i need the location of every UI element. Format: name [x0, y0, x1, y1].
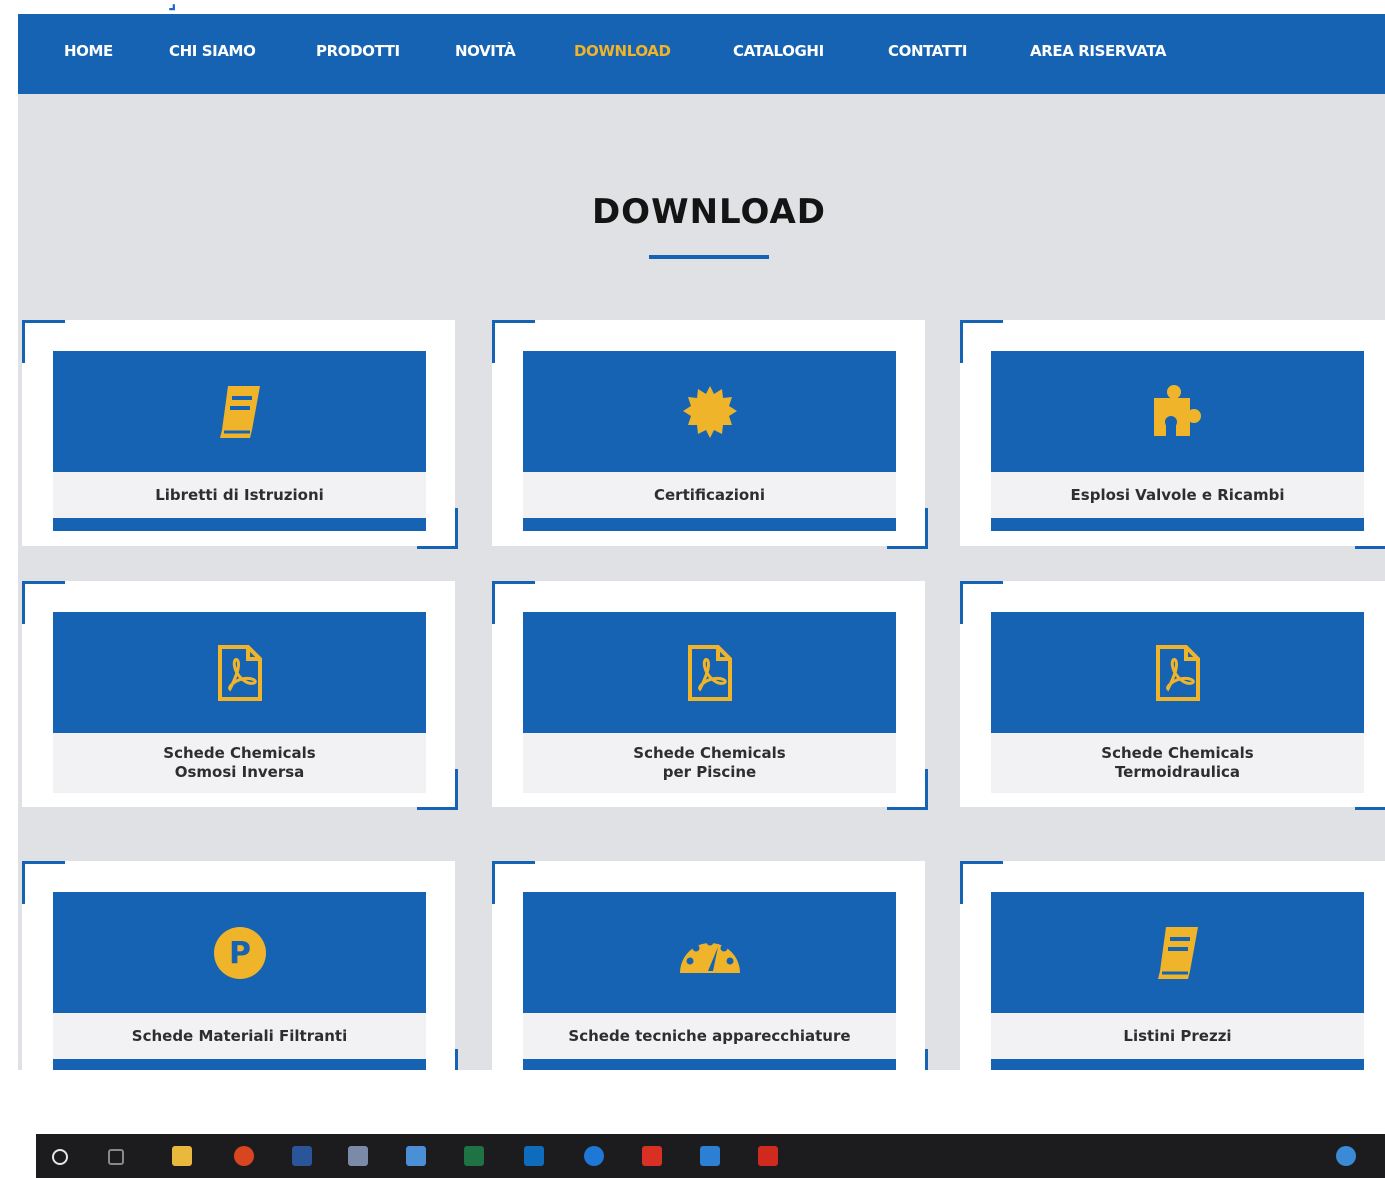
card-label: Certificazioni [523, 472, 896, 518]
file-explorer-icon[interactable] [172, 1146, 192, 1166]
nav-area-riservata[interactable]: AREA RISERVATA [1030, 42, 1166, 60]
card-inner: P Schede Materiali Filtranti [53, 892, 426, 1070]
book-icon [991, 892, 1364, 1013]
certificate-badge-icon [523, 351, 896, 472]
cropped-text-fragment: ⌟ [168, 0, 177, 13]
svg-text:P: P [229, 936, 251, 971]
acrobat-icon[interactable] [758, 1146, 778, 1166]
book-icon [53, 351, 426, 472]
card-esplosi-valvole[interactable]: Esplosi Valvole e Ricambi [960, 320, 1385, 549]
chrome-icon[interactable] [234, 1146, 254, 1166]
nav-download[interactable]: DOWNLOAD [574, 42, 671, 60]
page-title: DOWNLOAD [591, 192, 827, 232]
card-chemicals-termoidraulica[interactable]: Schede Chemicals Termoidraulica [960, 581, 1385, 810]
nav-home[interactable]: HOME [64, 42, 113, 60]
white-gap [0, 1070, 1385, 1134]
card-inner: Libretti di Istruzioni [53, 351, 426, 531]
card-inner: Schede tecniche apparecchiature [523, 892, 896, 1070]
top-strip: ⌟ [0, 0, 1385, 14]
card-chemicals-osmosi[interactable]: Schede Chemicals Osmosi Inversa [22, 581, 458, 810]
card-inner: Certificazioni [523, 351, 896, 531]
search-circle-icon[interactable] [52, 1149, 68, 1165]
word-icon[interactable] [292, 1146, 312, 1166]
recorder-icon[interactable] [642, 1146, 662, 1166]
windows-taskbar [36, 1134, 1385, 1178]
card-materiali-filtranti[interactable]: P Schede Materiali Filtranti [22, 861, 458, 1070]
card-label: Schede Materiali Filtranti [53, 1013, 426, 1059]
main-navbar: HOME CHI SIAMO PRODOTTI NOVITÀ DOWNLOAD … [18, 14, 1385, 94]
excel-icon[interactable] [464, 1146, 484, 1166]
card-label: Schede Chemicals per Piscine [523, 733, 896, 793]
nav-chi-siamo[interactable]: CHI SIAMO [169, 42, 256, 60]
nav-prodotti[interactable]: PRODOTTI [316, 42, 400, 60]
nav-cataloghi[interactable]: CATALOGHI [733, 42, 824, 60]
card-label: Schede Chemicals Termoidraulica [991, 733, 1364, 793]
card-label: Schede Chemicals Osmosi Inversa [53, 733, 426, 793]
card-schede-tecniche[interactable]: Schede tecniche apparecchiature [492, 861, 928, 1070]
teamviewer-icon[interactable] [584, 1146, 604, 1166]
card-chemicals-piscine[interactable]: Schede Chemicals per Piscine [492, 581, 928, 810]
title-underline [649, 255, 769, 259]
pdf-file-icon [991, 612, 1364, 733]
card-inner: Esplosi Valvole e Ricambi [991, 351, 1364, 531]
nav-novita[interactable]: NOVITÀ [455, 42, 516, 60]
card-inner: Schede Chemicals Termoidraulica [991, 612, 1364, 793]
card-libretti-istruzioni[interactable]: Libretti di Istruzioni [22, 320, 458, 549]
scanner-icon[interactable] [406, 1146, 426, 1166]
paint-icon[interactable] [348, 1146, 368, 1166]
p-circle-icon: P [53, 892, 426, 1013]
card-inner: Listini Prezzi [991, 892, 1364, 1070]
pdf-file-icon [523, 612, 896, 733]
outlook-icon[interactable] [524, 1146, 544, 1166]
task-view-icon[interactable] [108, 1149, 124, 1165]
card-label: Esplosi Valvole e Ricambi [991, 472, 1364, 518]
card-label: Libretti di Istruzioni [53, 472, 426, 518]
card-label: Listini Prezzi [991, 1013, 1364, 1059]
card-label: Schede tecniche apparecchiature [523, 1013, 896, 1059]
photos-icon[interactable] [700, 1146, 720, 1166]
card-inner: Schede Chemicals per Piscine [523, 612, 896, 793]
puzzle-piece-icon [991, 351, 1364, 472]
card-inner: Schede Chemicals Osmosi Inversa [53, 612, 426, 793]
gauge-icon [523, 892, 896, 1013]
card-certificazioni[interactable]: Certificazioni [492, 320, 928, 549]
nav-contatti[interactable]: CONTATTI [888, 42, 967, 60]
help-icon[interactable] [1336, 1146, 1356, 1166]
pdf-file-icon [53, 612, 426, 733]
card-listini-prezzi[interactable]: Listini Prezzi [960, 861, 1385, 1070]
browser-viewport: HOME CHI SIAMO PRODOTTI NOVITÀ DOWNLOAD … [18, 14, 1385, 1070]
